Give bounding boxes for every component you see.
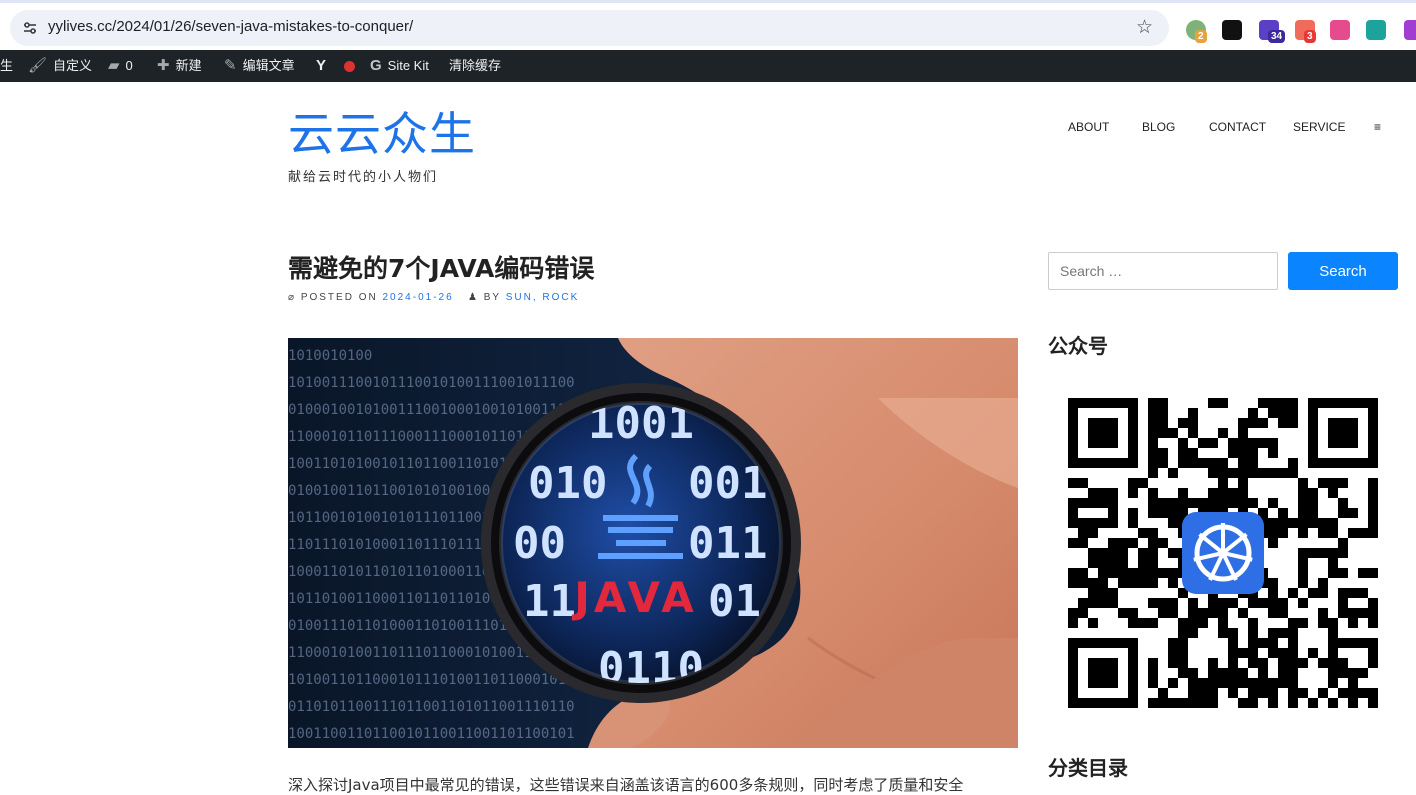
admin-customize-label: 自定义	[53, 58, 93, 73]
wechat-ext-badge: 2	[1195, 30, 1207, 43]
notion-icon[interactable]	[1222, 20, 1242, 40]
address-bar[interactable]: yylives.cc/2024/01/26/seven-java-mistake…	[10, 10, 1169, 46]
nav-item-blog[interactable]: BLOG	[1142, 120, 1175, 134]
nav-menu-toggle-icon[interactable]: ≡	[1374, 120, 1381, 134]
nav-item-about[interactable]: ABOUT	[1068, 120, 1109, 134]
admin-comments-count: 0	[125, 58, 133, 73]
admin-site-kit[interactable]: G Site Kit	[370, 50, 429, 82]
plus-icon: ✚	[157, 57, 170, 74]
post-meta: ⌀ POSTED ON 2024-01-26 ♟ BY SUN, ROCK	[288, 292, 579, 303]
binary-row: 1010011011000101110100110110001011	[288, 672, 575, 688]
search-input[interactable]	[1048, 252, 1278, 290]
url-text[interactable]: yylives.cc/2024/01/26/seven-java-mistake…	[48, 18, 413, 35]
nav-item-service[interactable]: SERVICE	[1293, 120, 1345, 134]
java-word-text: JAVA	[571, 573, 697, 622]
binary-row: 0110101100111011001101011001110110	[288, 699, 575, 715]
google-g-icon: G	[370, 57, 382, 74]
search-button[interactable]: Search	[1288, 252, 1398, 290]
yoast-icon[interactable]: Y	[316, 50, 326, 82]
browser-toolbar: yylives.cc/2024/01/26/seven-java-mistake…	[0, 0, 1416, 50]
admin-edit-post-label: 编辑文章	[242, 58, 295, 73]
post-author-link[interactable]: SUN, ROCK	[506, 292, 580, 303]
seo-status-dot	[344, 61, 355, 72]
admin-new[interactable]: ✚ 新建	[157, 50, 202, 82]
teal-ext-icon[interactable]	[1366, 20, 1386, 40]
by-label: BY	[483, 292, 501, 303]
post-excerpt: 深入探讨Java项目中最常见的错误，这些错误来自涵盖该语言的600多条规则，同时…	[288, 776, 964, 794]
widget-title-categories: 分类目录	[1048, 756, 1128, 780]
post-date-link[interactable]: 2024-01-26	[383, 292, 454, 303]
wp-admin-bar: 生 🖌 自定义 ▰ 0 ✚ 新建 ✎ 编辑文章 Y G Site Kit 清除缓存	[0, 50, 1416, 82]
author-icon: ♟	[468, 292, 479, 303]
main-navigation: ABOUT BLOG CONTACT SERVICE ≡	[0, 120, 1416, 136]
admin-site-kit-label: Site Kit	[387, 58, 429, 73]
admin-comments[interactable]: ▰ 0	[108, 50, 133, 82]
admin-customize[interactable]: 🖌 自定义	[28, 50, 92, 82]
comment-bubble-icon: ▰	[108, 57, 120, 74]
admin-site-name[interactable]: 生	[0, 50, 13, 82]
binary-row: 0100010010100111001000100101001110	[288, 402, 575, 418]
admin-new-label: 新建	[175, 58, 202, 73]
lens-binary-row: 11	[523, 576, 576, 627]
featured-image[interactable]: 1010010100 101001110010111001010011100101…	[288, 338, 1018, 748]
binary-row: 1010010100	[288, 348, 372, 364]
site-tagline: 献给云时代的小人物们	[288, 170, 439, 185]
admin-edit-post[interactable]: ✎ 编辑文章	[224, 50, 295, 82]
post-title[interactable]: 需避免的7个JAVA编码错误	[288, 252, 594, 286]
lens-binary-row: 00	[513, 518, 566, 569]
lens-binary-row: 011	[688, 518, 767, 569]
wechat-qr-code	[1068, 398, 1378, 708]
purple-ext-icon[interactable]	[1404, 20, 1416, 40]
lens-binary-row: 01	[708, 576, 761, 627]
site-settings-icon[interactable]	[22, 20, 38, 36]
binary-row: 1001100110110010110011001101100101	[288, 726, 575, 742]
bookmark-star-icon[interactable]: ☆	[1136, 17, 1153, 37]
mortarboard-ext-badge: 34	[1268, 30, 1286, 43]
pencil-icon: ✎	[224, 57, 237, 74]
red-ext-badge: 3	[1304, 30, 1316, 43]
paintbrush-icon: 🖌	[28, 57, 48, 74]
nav-item-contact[interactable]: CONTACT	[1209, 120, 1266, 134]
binary-row: 1010011100101110010100111001011100	[288, 375, 575, 391]
posted-on-label: POSTED ON	[300, 292, 378, 303]
translate-ext-icon[interactable]	[1330, 20, 1350, 40]
java-magnifier-illustration: 1010010100 101001110010111001010011100101…	[288, 338, 1018, 748]
lens-binary-row: 010	[528, 458, 607, 509]
paperclip-icon: ⌀	[288, 292, 297, 303]
admin-clear-cache[interactable]: 清除缓存	[449, 50, 501, 82]
widget-title-wechat: 公众号	[1048, 334, 1108, 358]
